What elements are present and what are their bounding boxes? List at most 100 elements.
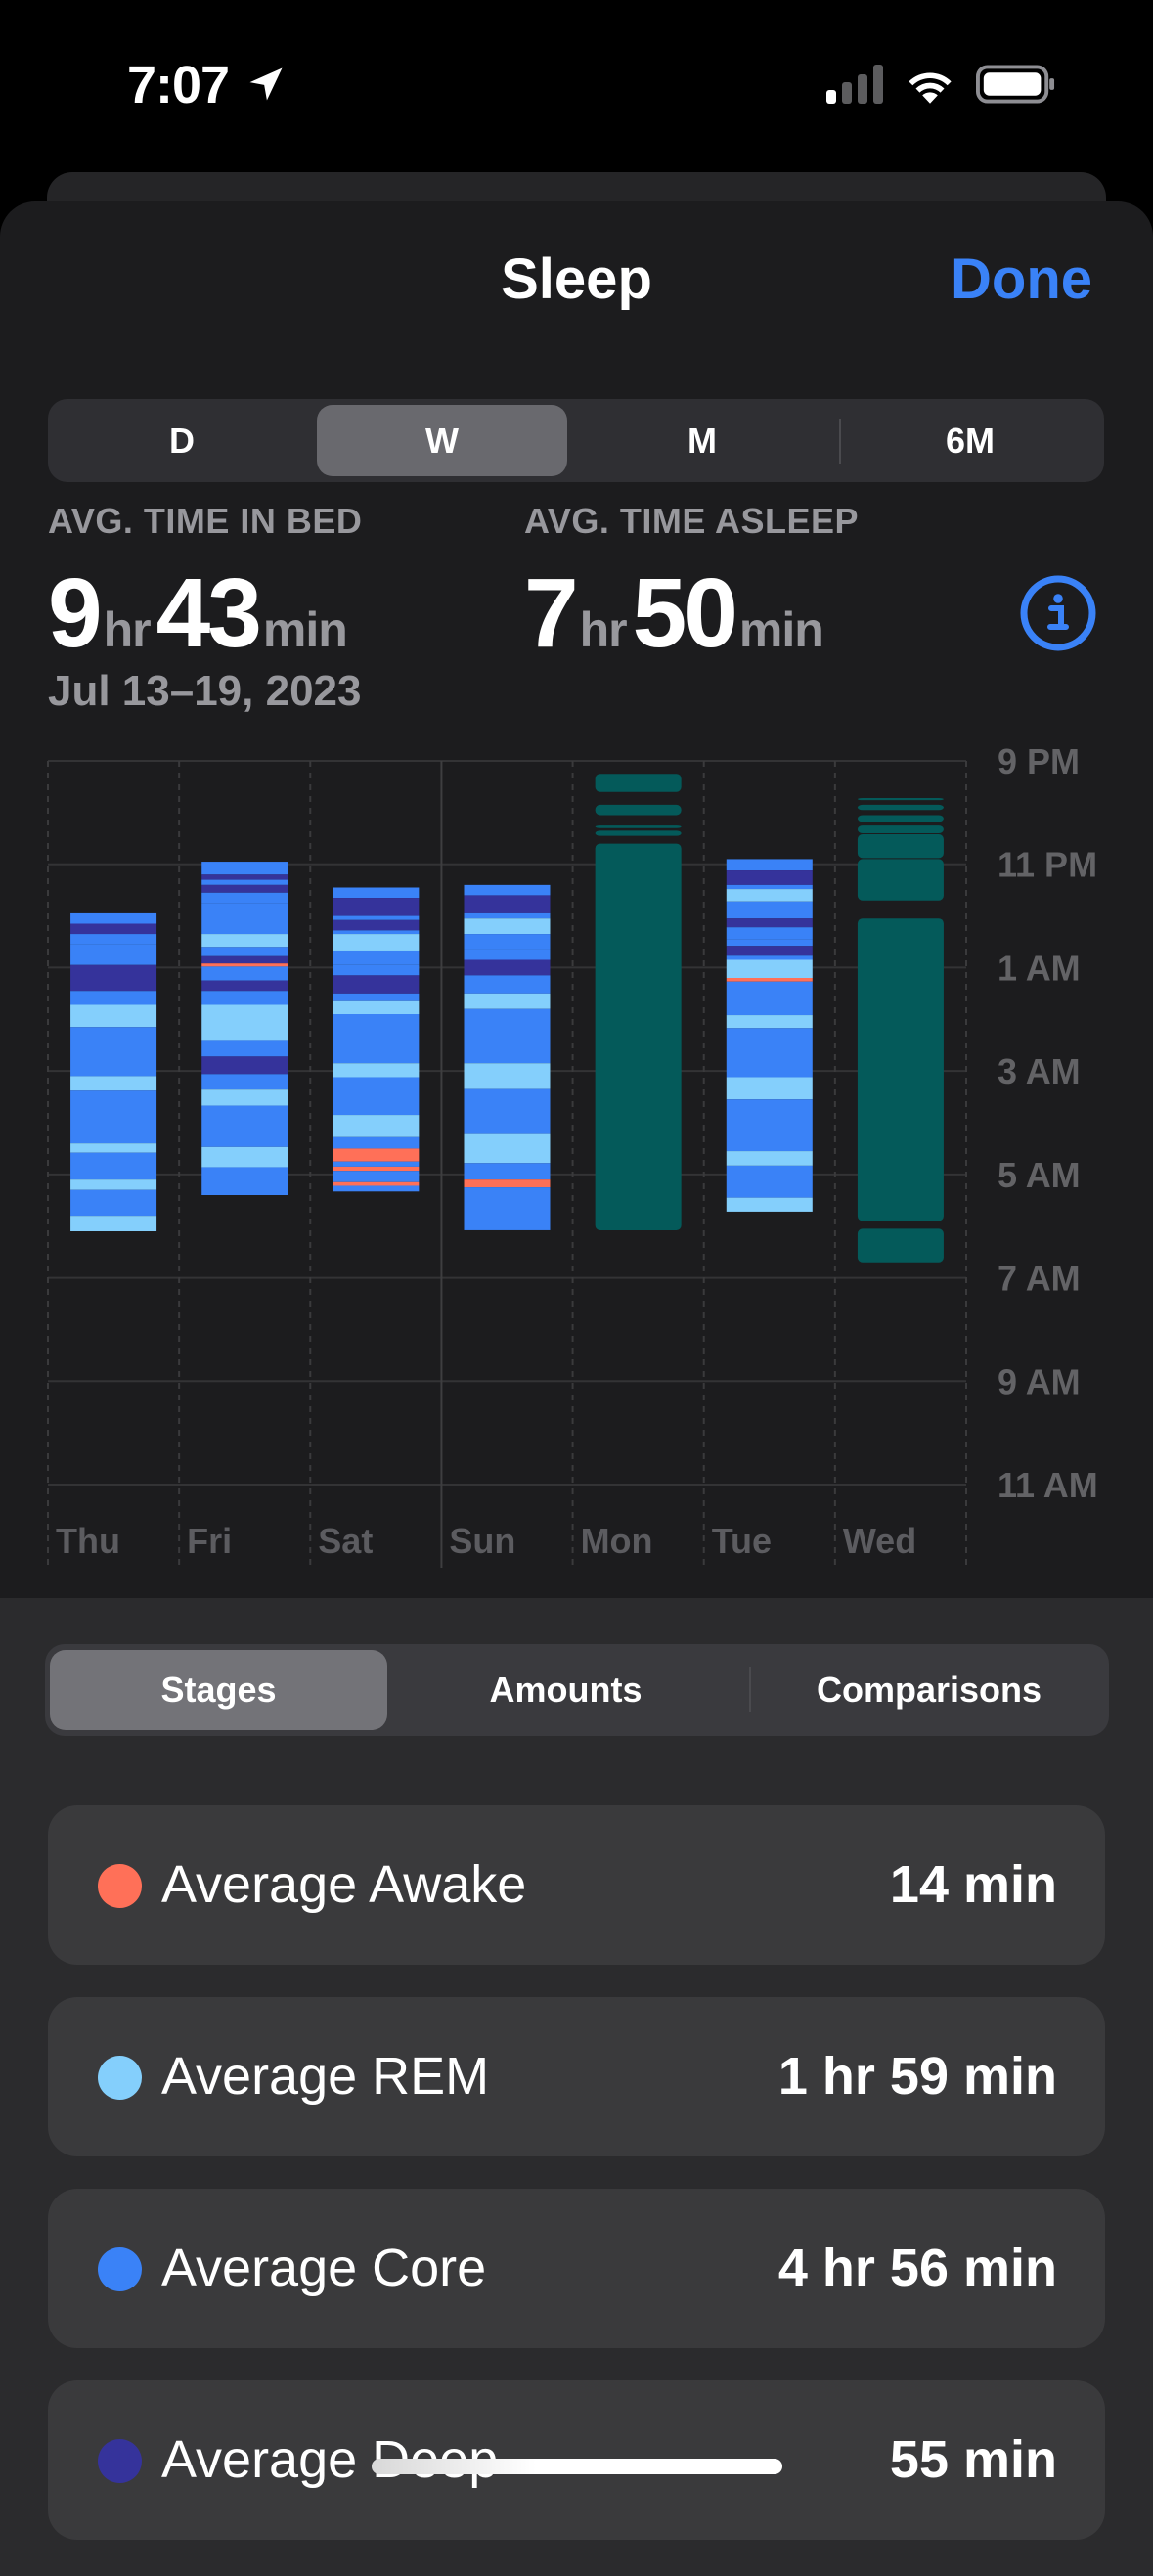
tab-comparisons[interactable]: Comparisons — [754, 1650, 1104, 1730]
x-tick-label: Fri — [187, 1521, 232, 1561]
segment-deep — [70, 964, 157, 992]
segment-core — [464, 912, 551, 919]
segment-core — [726, 939, 813, 947]
segment-rem — [333, 934, 420, 951]
segment-deep — [201, 874, 288, 880]
y-axis-labels: 9 PM 11 PM 1 AM 3 AM 5 AM 7 AM 9 AM 11 AM — [998, 743, 1098, 1505]
tab-stages[interactable]: Stages — [50, 1650, 387, 1730]
segment-core — [201, 892, 288, 904]
segment-in-bed — [857, 825, 944, 833]
segment-core — [333, 930, 420, 935]
segment-divider — [839, 419, 841, 464]
bar-sun — [464, 884, 551, 1230]
tab-week[interactable]: W — [317, 405, 567, 476]
time-in-bed-value: 9hr43min — [48, 557, 353, 670]
tab-6-months[interactable]: 6M — [842, 405, 1098, 476]
tab-amounts[interactable]: Amounts — [397, 1650, 734, 1730]
segment-core — [201, 1074, 288, 1090]
segment-core — [201, 1105, 288, 1147]
segment-deep — [201, 1056, 288, 1075]
segment-core — [333, 887, 420, 899]
segment-rem — [726, 1151, 813, 1166]
segment-core — [333, 1185, 420, 1192]
segment-rem — [201, 1146, 288, 1168]
segment-core — [726, 955, 813, 960]
segment-in-bed — [857, 815, 944, 822]
segment-core — [726, 901, 813, 919]
segment-deep — [333, 919, 420, 931]
segment-awake — [333, 1166, 420, 1172]
segment-core — [201, 1040, 288, 1057]
battery-icon — [976, 65, 1055, 104]
segment-core — [333, 915, 420, 920]
tab-month[interactable]: M — [574, 405, 830, 476]
stage-card-core[interactable]: Average Core 4 hr 56 min — [48, 2189, 1105, 2348]
segment-core — [201, 947, 288, 956]
segment-deep — [726, 918, 813, 928]
segment-core — [726, 884, 813, 890]
y-tick-label: 5 AM — [998, 1155, 1081, 1195]
segment-core — [464, 884, 551, 896]
segment-deep — [726, 946, 813, 956]
bar-sat — [333, 887, 420, 1192]
segment-core — [333, 1136, 420, 1149]
status-time: 7:07 — [127, 56, 230, 114]
segment-rem — [333, 1115, 420, 1137]
sleep-stages-chart: 9 PM 11 PM 1 AM 3 AM 5 AM 7 AM 9 AM 11 AM Thu Fr… — [47, 743, 1098, 1568]
segment-in-bed — [595, 825, 682, 828]
x-tick-label: Wed — [843, 1521, 916, 1561]
segment-deep — [333, 898, 420, 916]
segment-rem — [726, 1077, 813, 1100]
segment-core — [464, 975, 551, 994]
segment-rem — [201, 934, 288, 948]
segment-deep — [201, 884, 288, 893]
x-tick-label: Tue — [712, 1521, 772, 1561]
x-axis-labels: Thu Fri Sat Sun Mon Tue Wed — [56, 1521, 916, 1561]
segment-deep — [464, 895, 551, 913]
segment-rem — [70, 1004, 157, 1028]
segment-rem — [70, 1216, 157, 1231]
segment-core — [70, 934, 157, 945]
core-color-dot — [98, 2247, 142, 2291]
segment-in-bed — [595, 843, 682, 1230]
segment-rem — [464, 918, 551, 935]
segment-core — [201, 862, 288, 875]
segment-rem — [70, 1076, 157, 1091]
time-asleep-minutes: 50 — [632, 558, 738, 668]
segment-in-bed — [857, 834, 944, 859]
segment-deep — [333, 975, 420, 994]
time-asleep-label: AVG. TIME ASLEEP — [524, 501, 860, 541]
range-segmented-control: D W M 6M — [48, 399, 1104, 482]
segment-rem — [201, 1089, 288, 1106]
stage-card-rem[interactable]: Average REM 1 hr 59 min — [48, 1997, 1105, 2156]
cellular-signal-icon — [826, 65, 883, 104]
segment-rem — [70, 1143, 157, 1153]
segment-core — [333, 1171, 420, 1182]
home-indicator[interactable] — [372, 2459, 782, 2474]
bar-thu — [70, 912, 157, 1231]
segment-core — [70, 1090, 157, 1144]
done-button[interactable]: Done — [951, 246, 1092, 312]
time-asleep-value: 7hr50min — [524, 557, 829, 670]
segment-core — [333, 1161, 420, 1167]
segment-core — [201, 991, 288, 1005]
tab-day[interactable]: D — [54, 405, 310, 476]
segment-awake — [201, 963, 288, 967]
segment-in-bed — [857, 804, 944, 811]
y-tick-label: 1 AM — [998, 948, 1081, 988]
info-circle-icon[interactable] — [1019, 574, 1097, 652]
segment-rem — [726, 959, 813, 978]
date-range: Jul 13–19, 2023 — [48, 667, 362, 715]
stage-value: 55 min — [889, 2430, 1057, 2489]
hours-unit: hr — [103, 602, 152, 657]
stage-card-awake[interactable]: Average Awake 14 min — [48, 1805, 1105, 1965]
segment-core — [70, 991, 157, 1005]
segment-in-bed — [857, 918, 944, 1221]
segment-deep — [201, 955, 288, 964]
segment-core — [70, 1152, 157, 1180]
y-tick-label: 9 PM — [998, 743, 1080, 781]
bar-mon — [595, 774, 682, 1230]
segment-core — [726, 927, 813, 940]
segment-rem — [201, 1004, 288, 1041]
x-tick-label: Sun — [449, 1521, 515, 1561]
